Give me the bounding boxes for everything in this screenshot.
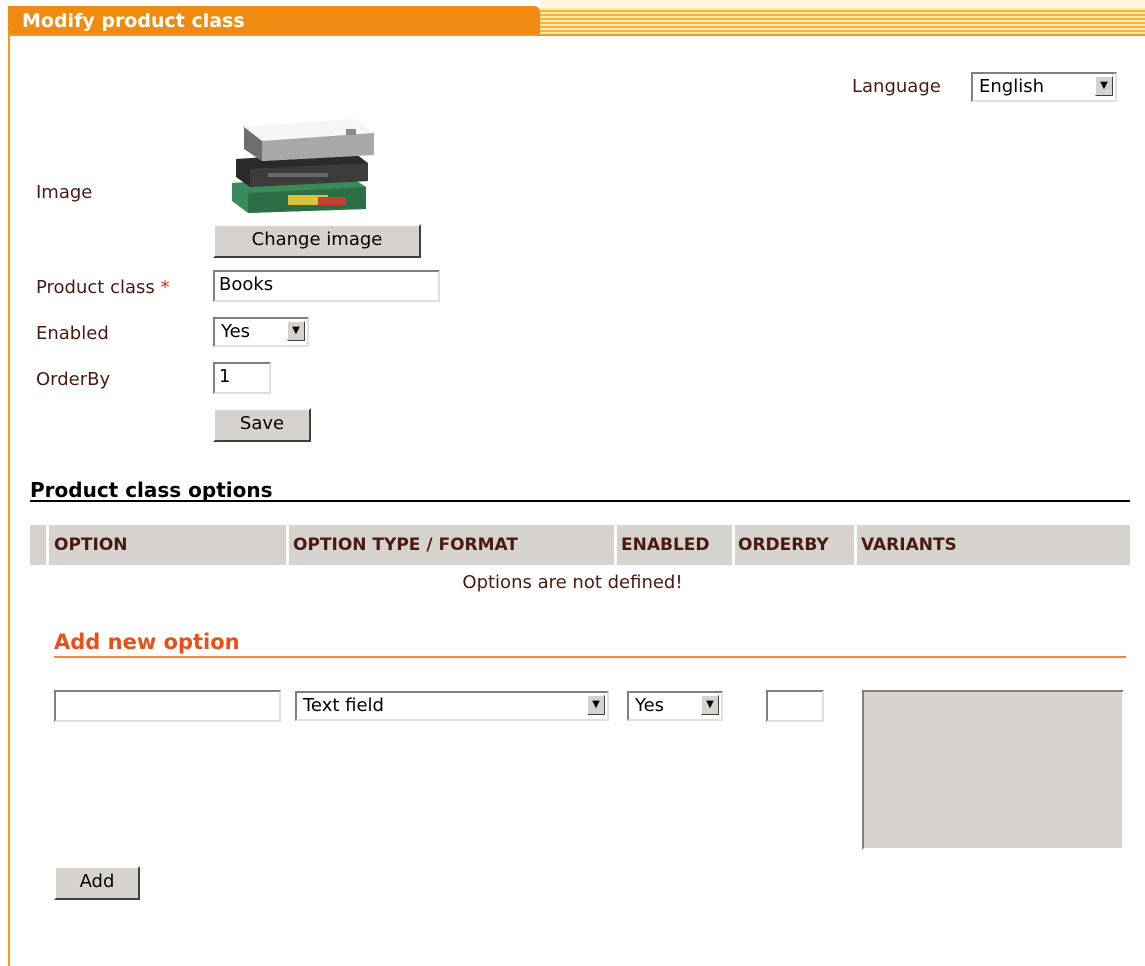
options-section-title: Product class options — [30, 478, 273, 502]
column-header-variants: VARIANTS — [861, 535, 957, 555]
options-table-header: OPTION OPTION TYPE / FORMAT ENABLED ORDE… — [30, 525, 1130, 565]
product-class-image — [232, 119, 374, 213]
change-image-button[interactable]: Change image — [213, 224, 421, 258]
add-option-title: Add new option — [54, 630, 240, 654]
header-stripes — [540, 8, 1145, 36]
product-class-label-text: Product class — [36, 277, 155, 298]
column-divider — [732, 525, 735, 565]
add-option-divider — [54, 656, 1126, 658]
new-option-orderby-input[interactable] — [766, 690, 824, 722]
image-label: Image — [36, 182, 93, 203]
header-underline — [8, 34, 1145, 36]
orderby-input[interactable]: 1 — [213, 362, 271, 394]
add-option-button[interactable]: Add — [54, 866, 140, 900]
modify-product-class-panel: Modify product class Language English ▼ … — [0, 0, 1145, 966]
header-decoration — [540, 0, 1145, 8]
new-option-enabled-value: Yes — [635, 695, 665, 716]
options-section-divider — [30, 500, 1130, 502]
column-divider — [614, 525, 617, 565]
enabled-select[interactable]: Yes ▼ — [213, 317, 309, 347]
empty-options-message: Options are not defined! — [462, 572, 683, 593]
new-option-enabled-select[interactable]: Yes ▼ — [627, 691, 723, 721]
chevron-down-icon: ▼ — [587, 695, 605, 715]
column-header-enabled: ENABLED — [621, 535, 710, 555]
panel-left-border — [8, 30, 10, 966]
column-divider — [46, 525, 49, 565]
chevron-down-icon: ▼ — [701, 695, 719, 715]
column-divider — [286, 525, 289, 565]
column-header-option: OPTION — [54, 535, 128, 555]
column-header-option-type: OPTION TYPE / FORMAT — [293, 535, 518, 555]
save-button[interactable]: Save — [213, 408, 311, 442]
new-option-type-value: Text field — [303, 695, 384, 716]
enabled-label: Enabled — [36, 323, 109, 344]
chevron-down-icon: ▼ — [287, 321, 305, 341]
product-class-label: Product class * — [36, 277, 169, 298]
required-mark: * — [160, 277, 170, 298]
new-option-name-input[interactable] — [54, 690, 281, 722]
column-divider — [854, 525, 857, 565]
orderby-label: OrderBy — [36, 369, 111, 390]
page-title: Modify product class — [8, 6, 540, 36]
language-select[interactable]: English ▼ — [971, 72, 1117, 102]
new-option-variants-textarea[interactable] — [862, 690, 1124, 850]
new-option-type-select[interactable]: Text field ▼ — [295, 691, 609, 721]
chevron-down-icon: ▼ — [1095, 76, 1113, 96]
product-class-input[interactable]: Books — [213, 270, 440, 302]
language-label: Language — [852, 76, 941, 97]
column-header-orderby: ORDERBY — [738, 535, 829, 555]
language-select-value: English — [979, 76, 1044, 97]
enabled-select-value: Yes — [221, 321, 251, 342]
